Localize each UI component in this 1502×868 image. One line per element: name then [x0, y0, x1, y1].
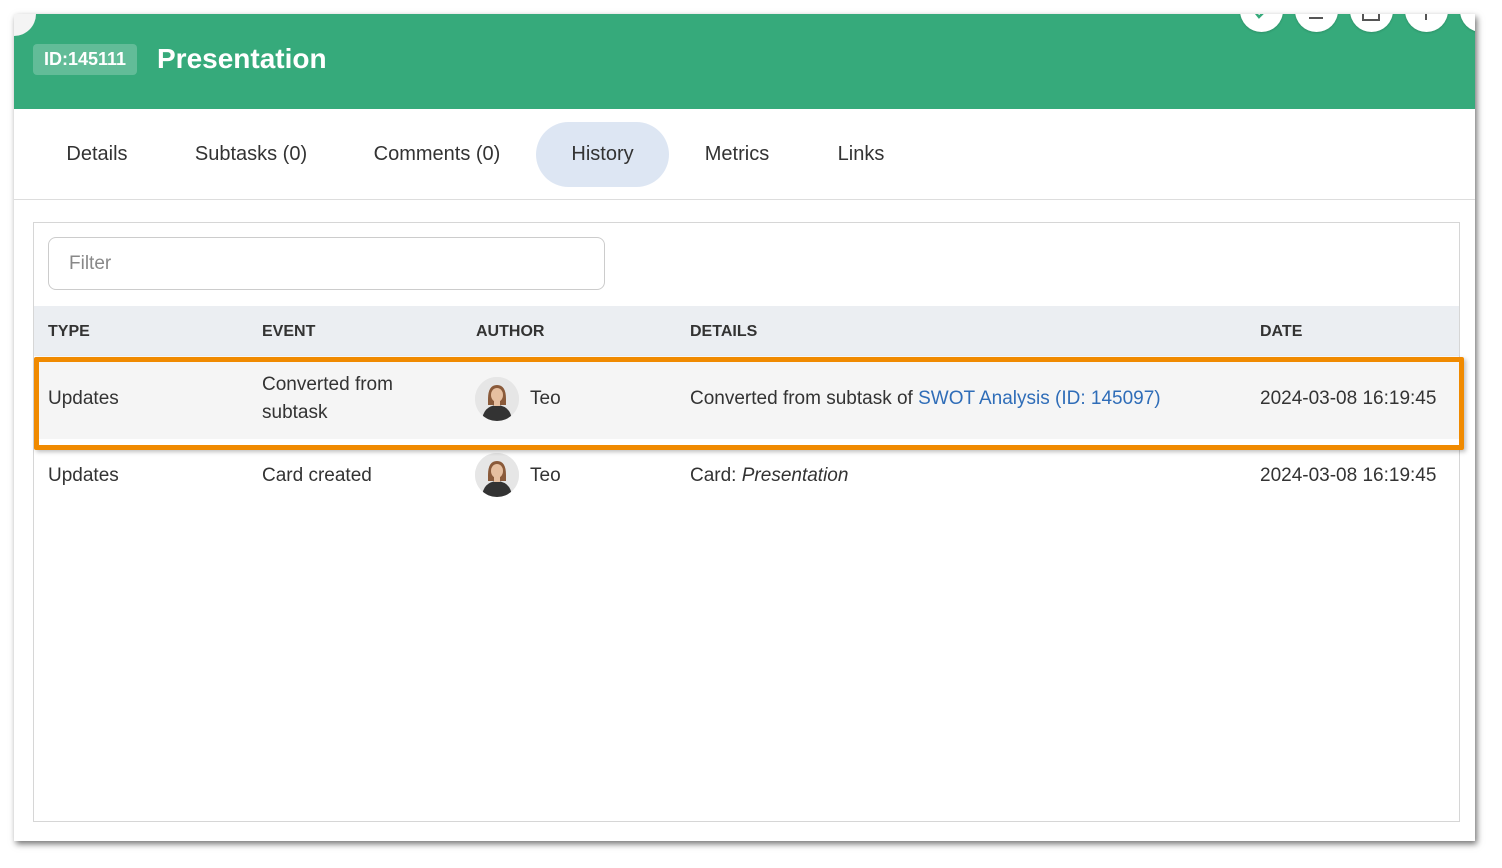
row-event: Card created [262, 465, 372, 486]
card-icon [1362, 14, 1380, 21]
user-icon [1309, 17, 1323, 19]
table-row[interactable]: Updates Converted from subtask Teo Conve… [34, 359, 1459, 439]
row-details-card-title: Presentation [741, 465, 849, 486]
tab-details[interactable]: Details [36, 122, 158, 187]
history-panel: TYPE EVENT AUTHOR DETAILS DATE Updates C… [33, 222, 1460, 822]
row-type: Updates [48, 465, 119, 486]
add-button[interactable] [1405, 14, 1448, 32]
plus-icon [1425, 14, 1427, 20]
user-avatar-icon [475, 377, 519, 421]
card-dialog: ID:145111 Presentation Details Subtasks … [14, 14, 1475, 841]
tab-comments[interactable]: Comments (0) [356, 122, 518, 187]
row-details-text: Converted from subtask of [690, 388, 919, 409]
card-button[interactable] [1350, 14, 1393, 32]
column-type[interactable]: TYPE [48, 306, 90, 358]
user-avatar-icon [475, 453, 519, 497]
row-event-line2: subtask [262, 402, 328, 423]
filter-input[interactable] [48, 237, 605, 290]
avatar [475, 453, 519, 497]
more-button[interactable] [1460, 14, 1475, 32]
card-header: ID:145111 Presentation [14, 14, 1475, 109]
tab-history[interactable]: History [536, 122, 669, 187]
column-author[interactable]: AUTHOR [476, 306, 544, 358]
row-event-line1: Converted from [262, 374, 393, 395]
column-details[interactable]: DETAILS [690, 306, 757, 358]
row-author: Teo [530, 465, 561, 486]
row-details-text: Card: [690, 465, 742, 486]
link-icon [1254, 14, 1264, 19]
back-button[interactable] [14, 14, 36, 36]
tab-bar: Details Subtasks (0) Comments (0) Histor… [14, 109, 1475, 200]
avatar [475, 377, 519, 421]
card-title: Presentation [157, 43, 327, 74]
table-row[interactable]: Updates Card created Teo Card: Presentat… [34, 439, 1459, 515]
column-event[interactable]: EVENT [262, 306, 315, 358]
row-details: Card: Presentation [690, 462, 848, 490]
link-button[interactable] [1240, 14, 1283, 32]
user-button[interactable] [1295, 14, 1338, 32]
row-author: Teo [530, 388, 561, 409]
row-details: Converted from subtask of SWOT Analysis … [690, 385, 1161, 413]
table-header: TYPE EVENT AUTHOR DETAILS DATE [34, 306, 1459, 356]
card-id-badge: ID:145111 [33, 44, 138, 75]
parent-card-link[interactable]: SWOT Analysis (ID: 145097) [918, 388, 1161, 409]
row-date: 2024-03-08 16:19:45 [1260, 388, 1437, 409]
column-date[interactable]: DATE [1260, 306, 1302, 358]
tab-metrics[interactable]: Metrics [687, 122, 787, 187]
row-type: Updates [48, 388, 119, 409]
row-date: 2024-03-08 16:19:45 [1260, 465, 1437, 486]
tab-links[interactable]: Links [819, 122, 903, 187]
tab-subtasks[interactable]: Subtasks (0) [178, 122, 324, 187]
